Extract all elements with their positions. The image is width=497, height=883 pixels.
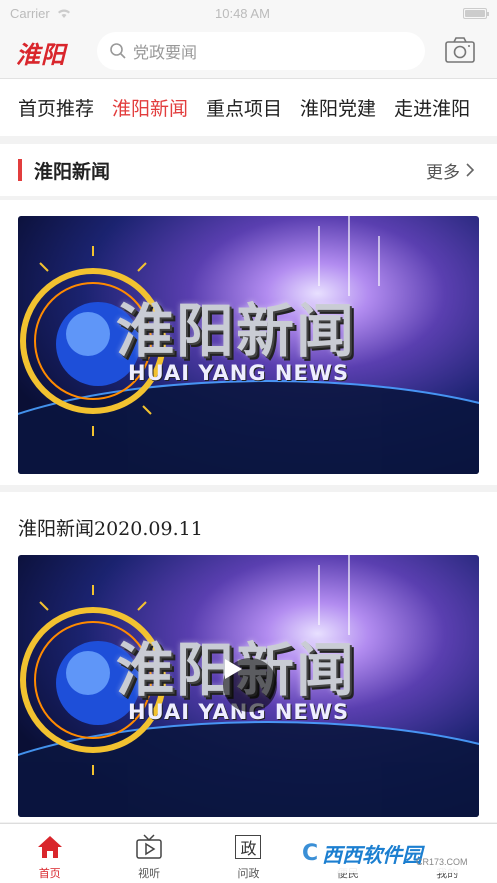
tab-key-projects[interactable]: 重点项目 bbox=[197, 94, 291, 121]
status-time: 10:48 AM bbox=[215, 5, 270, 21]
nav-inquiry-label: 问政 bbox=[237, 868, 260, 880]
battery-level bbox=[465, 9, 485, 17]
video-caption[interactable]: 淮阳新闻2020.09.11 bbox=[18, 514, 203, 541]
video-thumbnail[interactable]: 淮阳新闻 HUAI YANG NEWS bbox=[18, 555, 479, 817]
battery-icon bbox=[463, 7, 489, 19]
nav-home-label: 首页 bbox=[38, 868, 61, 880]
section-title-text: 淮阳新闻 bbox=[34, 161, 111, 183]
play-button[interactable] bbox=[223, 658, 277, 712]
zheng-glyph: 政 bbox=[235, 835, 262, 859]
search-placeholder: 党政要闻 bbox=[133, 45, 198, 62]
nav-video[interactable]: 视听 bbox=[99, 824, 198, 883]
section-accent-bar bbox=[18, 159, 22, 181]
section-title: 淮阳新闻 bbox=[18, 157, 110, 184]
watermark-logo: C bbox=[302, 840, 319, 866]
wifi-icon bbox=[56, 7, 72, 19]
section-header: 淮阳新闻 更多 bbox=[0, 144, 497, 196]
watermark-url: CR173.COM bbox=[416, 857, 468, 867]
category-tabs: 首页推荐 淮阳新闻 重点项目 淮阳党建 走进淮阳 bbox=[0, 78, 497, 136]
play-icon bbox=[225, 659, 242, 679]
more-label: 更多 bbox=[426, 162, 460, 182]
camera-icon[interactable] bbox=[445, 37, 475, 63]
app-logo: 淮阳 bbox=[16, 39, 66, 69]
nav-home[interactable]: 首页 bbox=[0, 824, 99, 883]
more-link[interactable]: 更多 bbox=[426, 158, 475, 183]
video-card[interactable]: 淮阳新闻 HUAI YANG NEWS bbox=[0, 200, 497, 485]
app-header: 淮阳 党政要闻 bbox=[0, 26, 497, 78]
status-bar: Carrier 10:48 AM bbox=[0, 0, 497, 26]
watermark: C 西西软件园 CR173.COM bbox=[296, 833, 476, 873]
tv-icon bbox=[134, 832, 164, 862]
video-title-cn: 淮阳新闻 bbox=[116, 297, 357, 365]
search-icon bbox=[110, 43, 126, 59]
video-thumbnail[interactable]: 淮阳新闻 HUAI YANG NEWS bbox=[18, 216, 479, 474]
chevron-right-icon bbox=[466, 163, 475, 177]
video-title-en: HUAI YANG NEWS bbox=[128, 361, 350, 385]
search-input[interactable]: 党政要闻 bbox=[97, 32, 425, 70]
tab-about-huaiyang[interactable]: 走进淮阳 bbox=[385, 94, 479, 121]
nav-inquiry[interactable]: 政 问政 bbox=[199, 824, 298, 883]
watermark-text: 西西软件园 bbox=[322, 844, 423, 867]
tab-huaiyang-news[interactable]: 淮阳新闻 bbox=[103, 94, 197, 121]
carrier-label: Carrier bbox=[10, 5, 50, 21]
tab-party-building[interactable]: 淮阳党建 bbox=[291, 94, 385, 121]
zheng-icon: 政 bbox=[233, 832, 263, 862]
video-card[interactable]: 淮阳新闻2020.09.11 淮阳新闻 HUAI YANG NEWS bbox=[0, 492, 497, 822]
nav-video-label: 视听 bbox=[138, 868, 161, 880]
tab-home-recommend[interactable]: 首页推荐 bbox=[0, 94, 103, 121]
home-icon bbox=[35, 832, 65, 862]
